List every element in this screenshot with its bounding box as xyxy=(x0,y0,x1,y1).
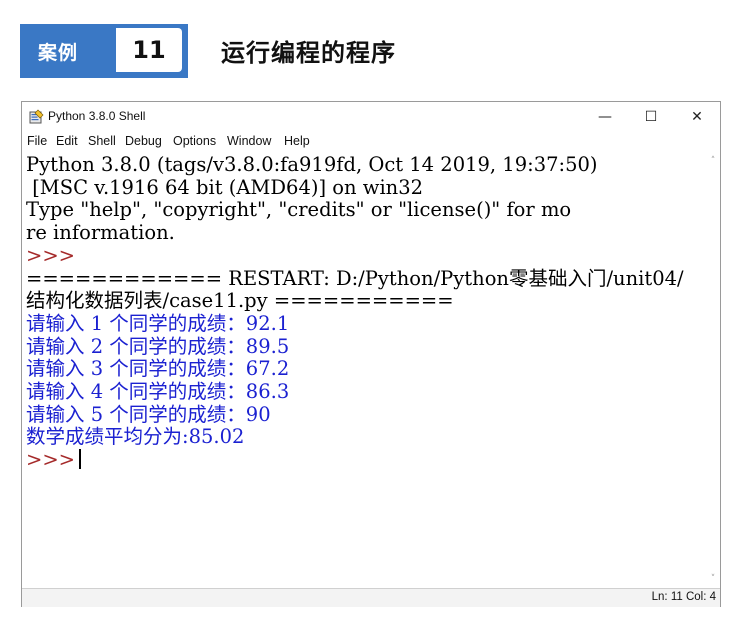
scroll-down-icon[interactable]: ˅ xyxy=(706,572,720,586)
title-bar[interactable]: Python 3.8.0 Shell — ☐ ✕ xyxy=(22,102,720,132)
menu-bar: File Edit Shell Debug Options Window Hel… xyxy=(22,132,720,152)
restart-line: ============ RESTART: D:/Python/Python零基… xyxy=(26,266,684,290)
python-shell-icon xyxy=(29,109,44,124)
case-number: 11 xyxy=(132,36,166,64)
minimize-button[interactable]: — xyxy=(582,102,628,132)
banner-line: re information. xyxy=(26,221,175,245)
text-cursor xyxy=(79,449,82,470)
output-line: 请输入 3 个同学的成绩：67.2 xyxy=(26,357,290,381)
shell-prompt: >>> xyxy=(26,448,76,472)
output-line: 请输入 1 个同学的成绩：92.1 xyxy=(26,311,290,335)
window-title: Python 3.8.0 Shell xyxy=(48,109,146,123)
restart-line: 结构化数据列表/case11.py =========== xyxy=(26,289,454,313)
shell-prompt: >>> xyxy=(26,243,76,267)
banner-line: Python 3.8.0 (tags/v3.8.0:fa919fd, Oct 1… xyxy=(26,153,598,176)
menu-help[interactable]: Help xyxy=(284,134,310,148)
menu-shell[interactable]: Shell xyxy=(88,134,116,148)
vertical-scrollbar[interactable]: ˄ ˅ xyxy=(706,152,720,588)
maximize-button[interactable]: ☐ xyxy=(628,102,674,132)
close-button[interactable]: ✕ xyxy=(674,102,720,132)
banner-line: Type "help", "copyright", "credits" or "… xyxy=(26,198,572,222)
cursor-position: Ln: 11 Col: 4 xyxy=(651,591,716,603)
menu-file[interactable]: File xyxy=(27,134,47,148)
scroll-up-icon[interactable]: ˄ xyxy=(706,154,720,168)
active-prompt-line: >>> xyxy=(26,448,82,472)
shell-text-area[interactable]: Python 3.8.0 (tags/v3.8.0:fa919fd, Oct 1… xyxy=(22,152,706,588)
banner-line: [MSC v.1916 64 bit (AMD64)] on win32 xyxy=(26,175,424,199)
menu-window[interactable]: Window xyxy=(227,134,271,148)
status-bar: Ln: 11 Col: 4 xyxy=(22,588,720,607)
output-line: 数学成绩平均分为:85.02 xyxy=(26,425,245,449)
idle-shell-window: Python 3.8.0 Shell — ☐ ✕ File Edit Shell… xyxy=(21,101,721,607)
output-line: 请输入 4 个同学的成绩：86.3 xyxy=(26,380,290,403)
output-line: 请输入 2 个同学的成绩：89.5 xyxy=(26,334,290,358)
page-title: 运行编程的程序 xyxy=(221,39,396,67)
menu-debug[interactable]: Debug xyxy=(125,134,162,148)
menu-options[interactable]: Options xyxy=(173,134,216,148)
case-label: 案例 xyxy=(38,42,79,64)
menu-edit[interactable]: Edit xyxy=(56,134,78,148)
output-line: 请输入 5 个同学的成绩：90 xyxy=(26,402,271,426)
